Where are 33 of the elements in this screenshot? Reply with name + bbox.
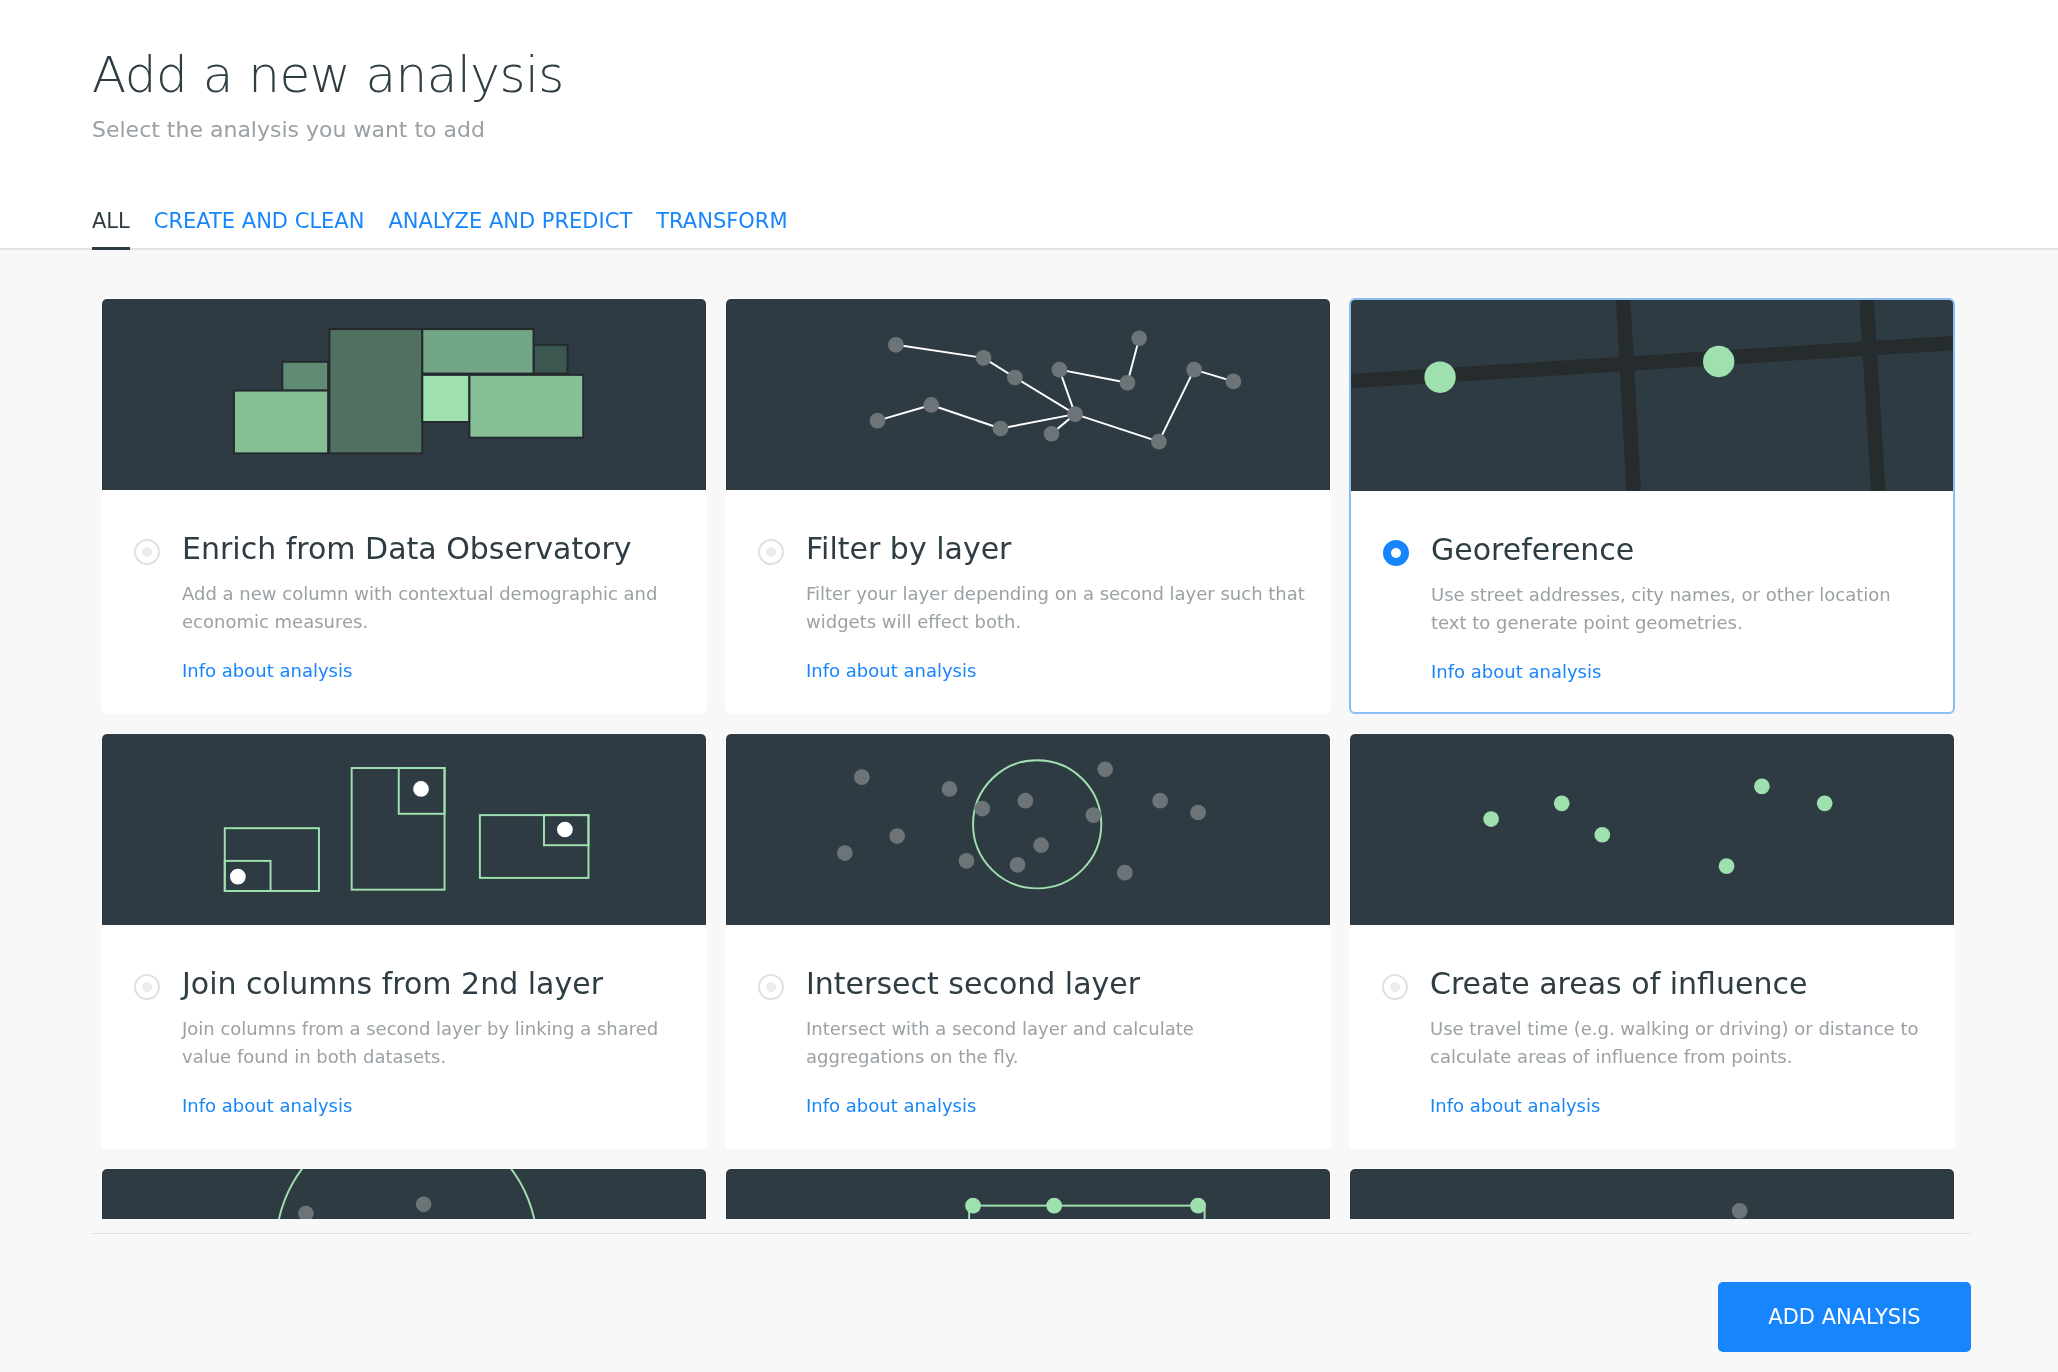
analysis-description: Use travel time (e.g. walking or driving) or distance to calculate areas of influence from points. — [1430, 1017, 1920, 1069]
analysis-title: Georeference — [1431, 531, 1635, 569]
info-link[interactable]: Info about analysis — [182, 1095, 353, 1116]
category-tab[interactable]: TRANSFORM — [656, 209, 788, 250]
radio-button[interactable] — [1383, 540, 1409, 566]
analysis-description: Filter your layer depending on a second layer such that widgets will effect both. — [806, 582, 1306, 634]
analysis-title: Join columns from 2nd layer — [182, 965, 603, 1003]
analysis-title: Filter by layer — [806, 530, 1012, 568]
analysis-card[interactable]: Georeference Use street addresses, city names, or other location text to generate point geometries. Info about analysis — [1349, 298, 1955, 714]
info-link[interactable]: Info about analysis — [1431, 661, 1602, 682]
info-link[interactable]: Info about analysis — [1430, 1095, 1601, 1116]
add-analysis-button[interactable]: ADD ANALYSIS — [1718, 1282, 1971, 1352]
analysis-card[interactable]: Filter by layer Filter your layer depending on a second layer such that widgets will effect both. Info about analysis — [725, 298, 1331, 714]
info-link[interactable]: Info about analysis — [182, 660, 353, 681]
analysis-description: Intersect with a second layer and calculate aggregations on the fly. — [806, 1017, 1195, 1069]
page-subtitle: Select the analysis you want to add — [92, 116, 486, 144]
analysis-card[interactable]: Enrich from Data Observatory Add a new column with contextual demographic and economic measures. Info about analysis — [101, 298, 707, 714]
page-title: Add a new analysis — [92, 45, 565, 106]
info-link[interactable]: Info about analysis — [806, 1095, 977, 1116]
analysis-description: Add a new column with contextual demographic and economic measures. — [182, 582, 659, 634]
category-tab[interactable]: ANALYZE AND PREDICT — [388, 209, 633, 250]
analysis-card[interactable]: Join columns from 2nd layer Join columns from a second layer by linking a shared value found in both datasets. Info about analysis — [101, 733, 707, 1149]
info-link[interactable]: Info about analysis — [806, 660, 977, 681]
category-tab[interactable]: ALL — [92, 209, 130, 250]
analysis-title: Intersect second layer — [806, 965, 1141, 1003]
analysis-card[interactable]: Intersect second layer Intersect with a second layer and calculate aggregations on the fly. Info about analysis — [725, 733, 1331, 1149]
analysis-title: Create areas of influence — [1430, 965, 1808, 1003]
analysis-description: Join columns from a second layer by linking a shared value found in both datasets. — [182, 1017, 660, 1069]
analysis-card[interactable]: Create areas of influence Use travel time (e.g. walking or driving) or distance to calculate areas of influence from points. Info about analysis — [1349, 733, 1955, 1149]
category-tab[interactable]: CREATE AND CLEAN — [153, 209, 365, 250]
analysis-title: Enrich from Data Observatory — [182, 530, 632, 568]
analysis-description: Use street addresses, city names, or other location text to generate point geometries. — [1431, 583, 1892, 635]
dot-drawing — [1731, 1203, 1748, 1219]
